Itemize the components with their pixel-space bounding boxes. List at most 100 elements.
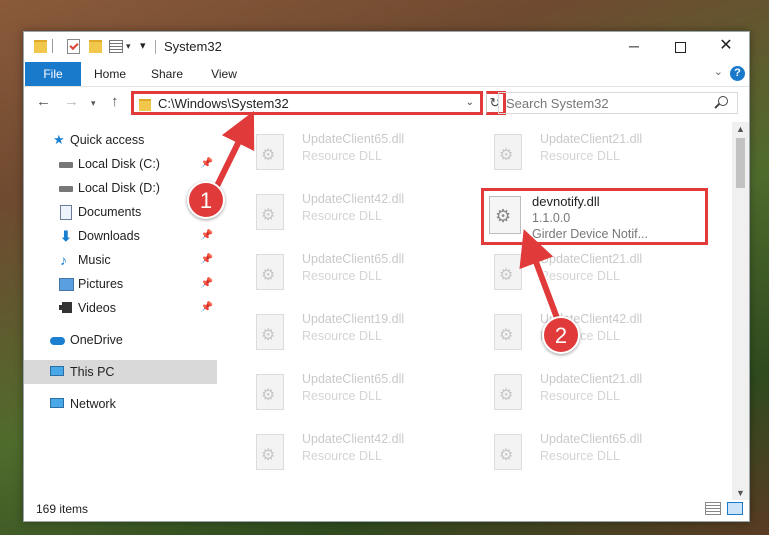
chevron-down-icon[interactable]: ▾ — [126, 41, 131, 57]
file-name: UpdateClient65.dll — [302, 372, 405, 386]
sidebar-item-pictures[interactable]: Pictures 📌 — [24, 272, 217, 296]
dll-file-icon — [494, 434, 522, 470]
view-options-icon[interactable] — [109, 40, 123, 53]
dll-file-icon — [494, 314, 522, 350]
minimize-button[interactable]: ─ — [611, 32, 657, 60]
downloads-icon: ⬇ — [60, 228, 72, 244]
sidebar-item-label: This PC — [70, 365, 115, 379]
sidebar-item-videos[interactable]: Videos 📌 — [24, 296, 217, 320]
drive-icon — [59, 162, 73, 168]
sidebar-item-label: Local Disk (C:) — [78, 157, 160, 171]
sidebar-item-label: Quick access — [70, 133, 145, 147]
navigation-pane: ★ Quick access Local Disk (C:) 📌 Local D… — [24, 124, 217, 494]
sidebar-item-label: Documents — [78, 205, 142, 219]
close-button[interactable]: ✕ — [703, 32, 749, 60]
sidebar-item-downloads[interactable]: ⬇ Downloads 📌 — [24, 224, 217, 248]
address-text[interactable]: C:\Windows\System32 — [158, 96, 289, 111]
status-bar: 169 items — [24, 497, 749, 521]
file-name: UpdateClient65.dll — [302, 252, 405, 266]
folder-icon — [34, 40, 47, 53]
sidebar-item-label: Downloads — [78, 229, 140, 243]
file-name: UpdateClient65.dll — [302, 132, 405, 146]
back-button[interactable]: ← — [36, 93, 51, 110]
expand-ribbon-icon[interactable]: ⌄ — [714, 65, 723, 78]
properties-icon[interactable] — [67, 39, 80, 54]
star-icon: ★ — [53, 132, 65, 147]
maximize-icon — [674, 41, 686, 53]
drive-icon — [59, 186, 73, 192]
forward-button[interactable]: → — [64, 93, 79, 110]
dll-file-icon — [256, 134, 284, 170]
file-item[interactable]: UpdateClient19.dll Resource DLL — [246, 308, 476, 360]
dll-file-icon — [256, 314, 284, 350]
file-type: Resource DLL — [302, 269, 382, 283]
file-item[interactable]: UpdateClient65.dll Resource DLL — [246, 368, 476, 420]
file-item[interactable]: UpdateClient65.dll Resource DLL — [246, 128, 476, 180]
vertical-scrollbar[interactable]: ▲ ▼ — [732, 122, 749, 500]
tab-view[interactable]: View — [201, 62, 247, 86]
dll-file-icon — [494, 374, 522, 410]
file-item[interactable]: UpdateClient21.dll Resource DLL — [484, 128, 714, 180]
highlighted-file-item[interactable]: devnotify.dll 1.1.0.0 Girder Device Noti… — [481, 188, 708, 245]
help-icon[interactable]: ? — [730, 66, 745, 81]
dll-file-icon — [256, 194, 284, 230]
sidebar-item-music[interactable]: ♪ Music 📌 — [24, 248, 217, 272]
file-name: UpdateClient42.dll — [302, 192, 405, 206]
sidebar-item-label: Pictures — [78, 277, 124, 291]
search-icon[interactable] — [718, 96, 728, 106]
file-item[interactable]: UpdateClient42.dll Resource DLL — [484, 308, 714, 360]
dll-file-icon — [489, 196, 521, 234]
file-item[interactable]: UpdateClient42.dll Resource DLL — [246, 188, 476, 240]
file-name: UpdateClient65.dll — [540, 432, 643, 446]
up-button[interactable]: ↑ — [111, 93, 119, 110]
address-dropdown-icon[interactable]: ⌄ — [466, 97, 474, 108]
maximize-button[interactable] — [657, 32, 703, 60]
file-item[interactable]: UpdateClient65.dll Resource DLL — [246, 248, 476, 300]
tab-file[interactable]: File — [25, 62, 81, 86]
file-name: UpdateClient42.dll — [302, 432, 405, 446]
dll-file-icon — [256, 434, 284, 470]
file-type: Resource DLL — [540, 149, 620, 163]
tiles-view-icon[interactable] — [727, 502, 743, 515]
address-bar[interactable]: C:\Windows\System32 ⌄ ↻ — [131, 91, 506, 115]
tab-home[interactable]: Home — [86, 62, 134, 86]
dll-file-icon — [494, 254, 522, 290]
tab-share[interactable]: Share — [144, 62, 190, 86]
scrollbar-thumb[interactable] — [736, 138, 745, 188]
file-name: UpdateClient21.dll — [540, 372, 643, 386]
customize-toolbar-icon[interactable]: ▾ — [140, 39, 146, 55]
file-type: Resource DLL — [302, 149, 382, 163]
sidebar-item-label: Music — [78, 253, 111, 267]
divider — [155, 40, 156, 54]
callout-2: 2 — [542, 316, 580, 354]
ribbon: File Home Share View ⌄ ? — [24, 62, 749, 87]
sidebar-item-label: Network — [70, 397, 116, 411]
folder-icon — [139, 99, 151, 111]
dll-file-icon — [256, 374, 284, 410]
sidebar-item-network[interactable]: Network — [24, 392, 217, 416]
recent-locations-button[interactable]: ▾ — [91, 98, 96, 109]
file-name: UpdateClient21.dll — [540, 252, 643, 266]
new-folder-icon[interactable] — [89, 40, 102, 53]
sidebar-item-label: Local Disk (D:) — [78, 181, 160, 195]
sidebar-item-quick-access[interactable]: ★ Quick access — [24, 128, 217, 152]
file-item[interactable]: UpdateClient42.dll Resource DLL — [246, 428, 476, 480]
navigation-bar: ← → ▾ ↑ C:\Windows\System32 ⌄ ↻ Search S… — [24, 90, 749, 116]
item-count: 169 items — [36, 502, 89, 516]
file-item[interactable]: UpdateClient21.dll Resource DLL — [484, 248, 714, 300]
file-description: Girder Device Notif... — [532, 227, 649, 241]
sidebar-item-onedrive[interactable]: OneDrive — [24, 328, 217, 352]
network-icon — [50, 398, 64, 408]
file-item[interactable]: UpdateClient21.dll Resource DLL — [484, 368, 714, 420]
sidebar-item-local-disk-c[interactable]: Local Disk (C:) 📌 — [24, 152, 217, 176]
pin-icon: 📌 — [200, 254, 213, 265]
scroll-up-icon[interactable]: ▲ — [736, 124, 745, 134]
pin-icon: 📌 — [200, 230, 213, 241]
details-view-icon[interactable] — [705, 502, 721, 515]
search-input[interactable]: Search System32 — [498, 92, 738, 114]
sidebar-item-label: OneDrive — [70, 333, 123, 347]
sidebar-item-this-pc[interactable]: This PC — [24, 360, 217, 384]
videos-icon — [59, 302, 72, 313]
file-item[interactable]: UpdateClient65.dll Resource DLL — [484, 428, 714, 480]
file-type: Resource DLL — [302, 389, 382, 403]
